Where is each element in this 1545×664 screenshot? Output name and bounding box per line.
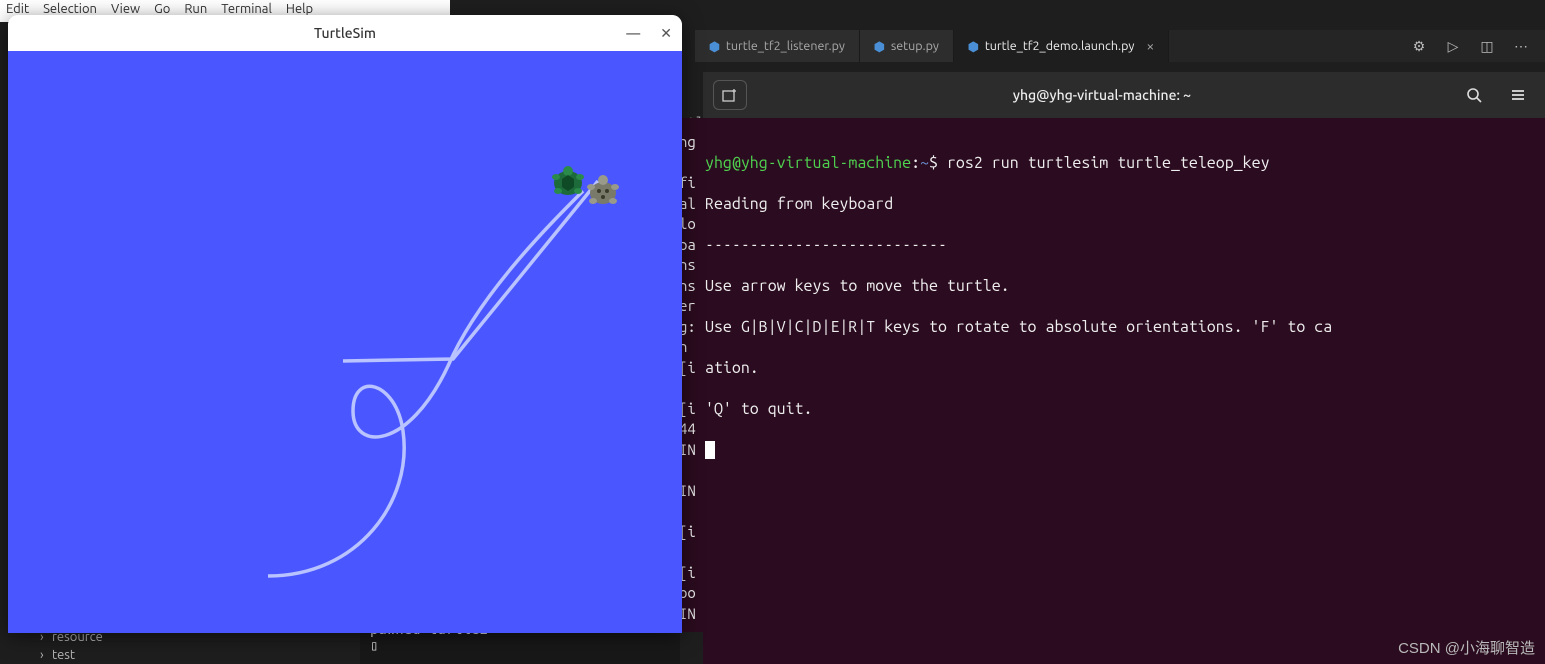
tab-label: turtle_tf2_demo.launch.py	[985, 39, 1135, 53]
tab-label: setup.py	[891, 39, 939, 53]
tab-listener[interactable]: ⬢ turtle_tf2_listener.py	[695, 30, 860, 62]
python-icon: ⬢	[968, 39, 979, 54]
terminal-title: yhg@yhg-virtual-machine: ~	[757, 87, 1447, 103]
prompt-user: yhg@yhg-virtual-machine	[705, 154, 911, 172]
python-icon: ⬢	[874, 39, 885, 54]
watermark: CSDN @小海聊智造	[1398, 637, 1535, 658]
partial-column: rtl hg fi al lo pa ns ns er g: n [i [i 4…	[679, 72, 704, 632]
terminal-line: 'Q' to quit.	[703, 399, 1545, 420]
split-icon[interactable]: ◫	[1477, 38, 1497, 55]
play-icon[interactable]: ▷	[1443, 38, 1463, 55]
tabbar-actions: ⚙ ▷ ◫ ⋯	[1409, 38, 1545, 55]
chevron-right-icon: ›	[40, 648, 48, 662]
close-icon[interactable]: ✕	[660, 25, 672, 42]
turtle-trail	[8, 51, 682, 633]
output-cursor: ▯	[370, 638, 670, 654]
turtlesim-canvas[interactable]	[8, 51, 682, 633]
gear-icon[interactable]: ⚙	[1409, 38, 1429, 55]
tab-setup[interactable]: ⬢ setup.py	[860, 30, 954, 62]
tree-item-test[interactable]: › test	[40, 646, 103, 664]
terminal-line: Use arrow keys to move the turtle.	[703, 276, 1545, 297]
editor-tabbar: ⬢ turtle_tf2_listener.py ⬢ setup.py ⬢ tu…	[695, 30, 1545, 62]
close-icon[interactable]: ×	[1146, 38, 1154, 54]
terminal-body[interactable]: yhg@yhg-virtual-machine:~$ ros2 run turt…	[703, 118, 1545, 664]
terminal-header: yhg@yhg-virtual-machine: ~	[703, 72, 1545, 118]
new-tab-button[interactable]	[713, 80, 747, 110]
turtle2-sprite	[583, 171, 623, 211]
terminal-line: ---------------------------	[703, 235, 1545, 256]
terminal-line: Use G|B|V|C|D|E|R|T keys to rotate to ab…	[703, 317, 1545, 338]
turtle1-sprite	[548, 161, 588, 201]
terminal-cursor	[705, 441, 715, 459]
terminal-line: ation.	[703, 358, 1545, 379]
tree-label: test	[52, 648, 75, 662]
python-icon: ⬢	[709, 39, 720, 54]
turtlesim-titlebar[interactable]: TurtleSim — ✕	[8, 15, 682, 51]
tab-label: turtle_tf2_listener.py	[726, 39, 845, 53]
hamburger-icon[interactable]	[1501, 80, 1535, 110]
tab-demo-launch[interactable]: ⬢ turtle_tf2_demo.launch.py ×	[954, 30, 1169, 62]
terminal-line: Reading from keyboard	[703, 194, 1545, 215]
sidebar-tree: › resource › test	[40, 628, 103, 664]
more-icon[interactable]: ⋯	[1511, 38, 1531, 55]
terminal-command: ros2 run turtlesim turtle_teleop_key	[947, 154, 1270, 172]
search-icon[interactable]	[1457, 80, 1491, 110]
window-title: TurtleSim	[314, 25, 376, 41]
minimize-icon[interactable]: —	[626, 25, 640, 41]
turtlesim-window: TurtleSim — ✕	[8, 15, 682, 633]
